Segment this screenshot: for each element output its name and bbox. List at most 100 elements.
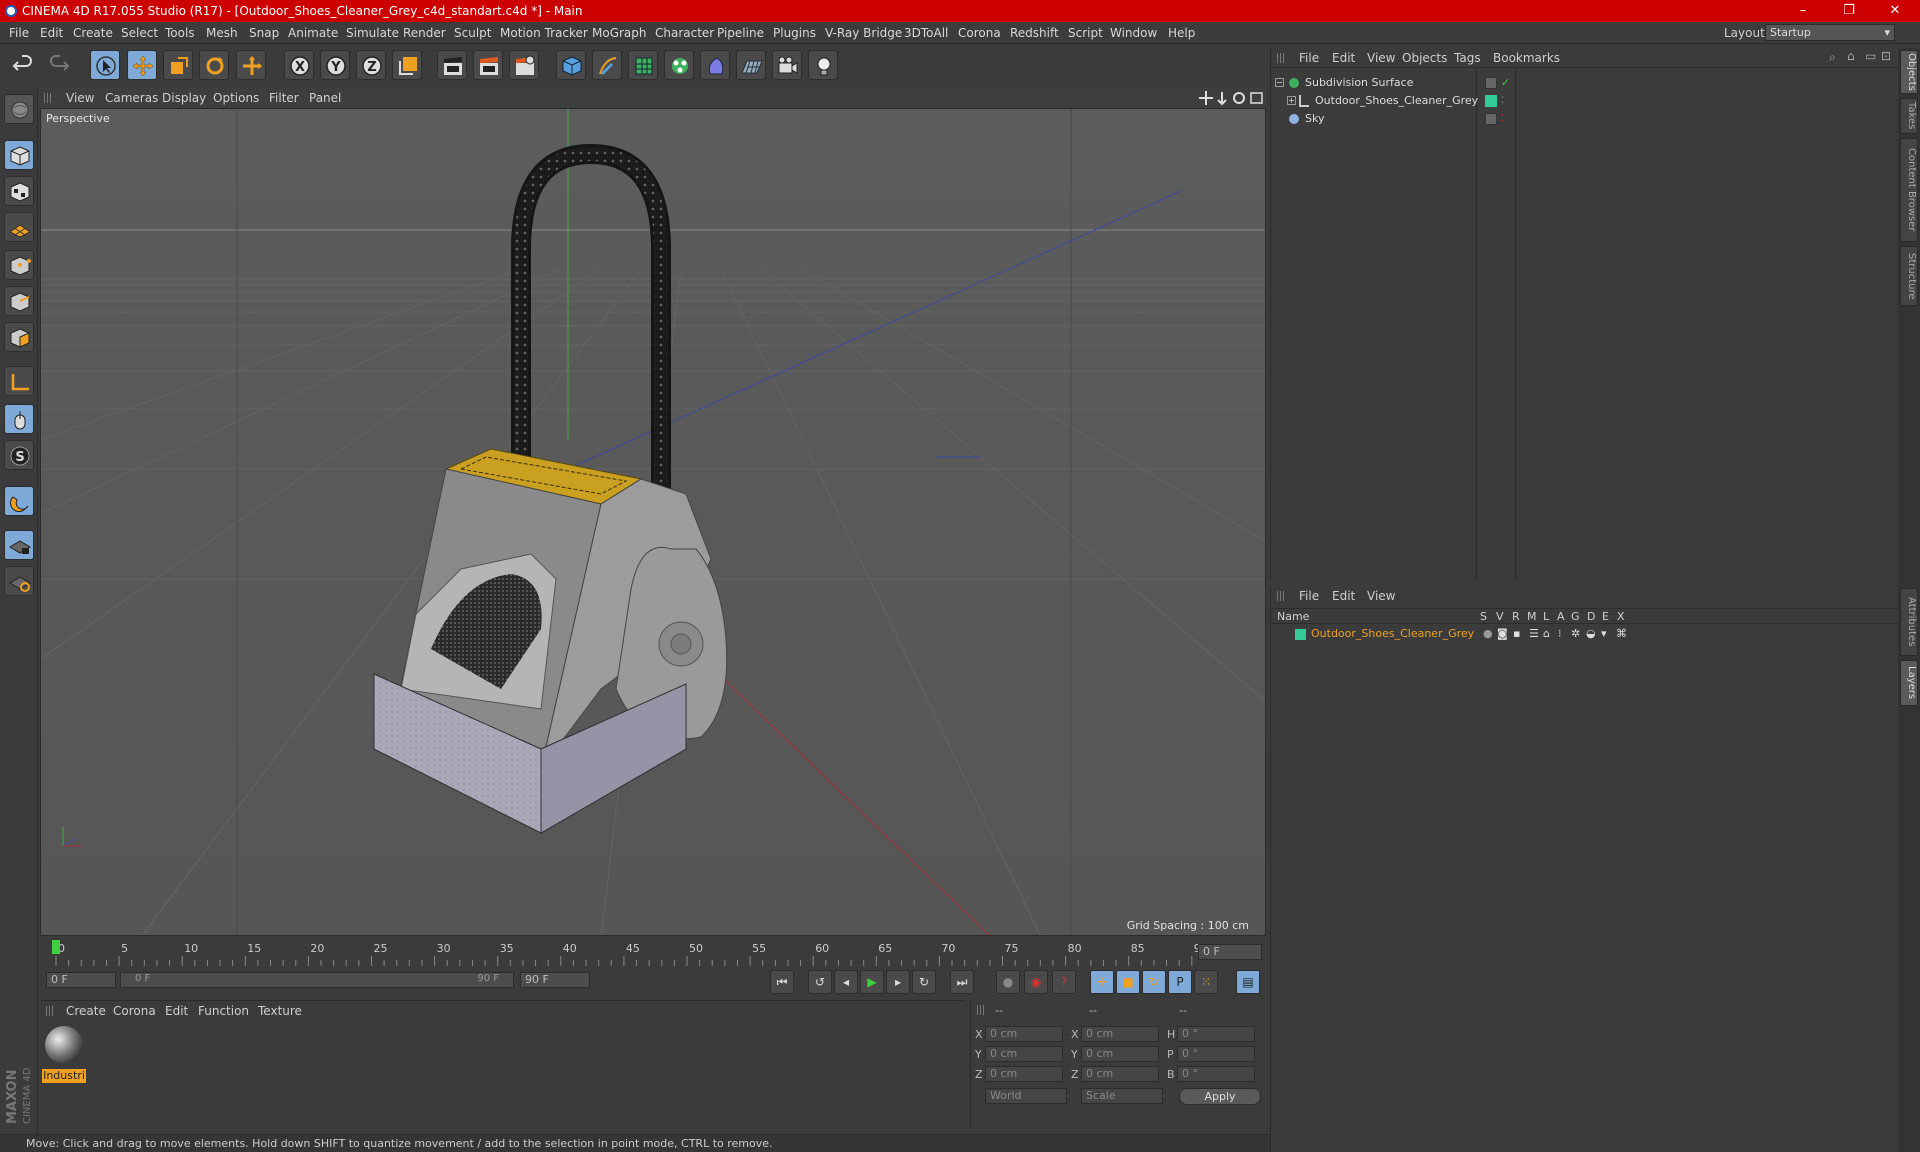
rot-b-field[interactable]: 0 ° [1177, 1066, 1255, 1082]
material-item[interactable]: Industri [42, 1024, 86, 1083]
editor-render-toggle-icon[interactable] [1485, 113, 1497, 125]
lock-workplane-button[interactable] [4, 530, 34, 560]
close-button[interactable]: ✕ [1875, 0, 1915, 22]
points-mode-button[interactable] [4, 250, 34, 280]
layer-color-swatch[interactable] [1485, 95, 1497, 107]
snap-button[interactable] [4, 486, 34, 516]
tab-attributes[interactable]: Attributes [1900, 588, 1918, 656]
layers-menu-file[interactable]: File [1299, 589, 1319, 603]
live-selection-button[interactable] [90, 50, 120, 80]
size-z-field[interactable]: 0 cm [1081, 1066, 1159, 1082]
view-toggle-icon[interactable]: ◙ [1497, 625, 1508, 643]
model-mode-button[interactable] [4, 140, 34, 170]
material-menu-corona[interactable]: Corona [113, 1004, 156, 1018]
solo-toggle-icon[interactable]: ● [1483, 625, 1493, 643]
texture-mode-button[interactable] [4, 176, 34, 206]
viewport-menu-options[interactable]: Options [213, 91, 259, 105]
edges-mode-button[interactable] [4, 286, 34, 316]
scale-tool-button[interactable] [163, 50, 193, 80]
timeline-window-button[interactable]: ▤ [1236, 970, 1260, 994]
next-key-button[interactable]: ↻ [912, 970, 936, 994]
material-menu-function[interactable]: Function [198, 1004, 249, 1018]
menu-sculpt[interactable]: Sculpt [454, 26, 491, 40]
redo-button[interactable] [44, 50, 74, 80]
key-scale-button[interactable]: ■ [1116, 970, 1140, 994]
panel-options-icon[interactable]: ⊡ [1881, 49, 1891, 63]
polygons-mode-button[interactable] [4, 322, 34, 352]
size-mode-dropdown[interactable]: Scale [1081, 1088, 1163, 1104]
editor-render-toggle-icon[interactable] [1485, 77, 1497, 89]
menu-simulate[interactable]: Simulate [346, 26, 399, 40]
autokey-button[interactable]: ◉ [1024, 970, 1048, 994]
menu-script[interactable]: Script [1068, 26, 1103, 40]
timeline-ruler[interactable]: 051015202530354045505560657075808590 0 F [40, 938, 1266, 966]
start-frame-field[interactable]: 0 F [46, 972, 116, 988]
menu-character[interactable]: Character [655, 26, 714, 40]
menu-pipeline[interactable]: Pipeline [717, 26, 764, 40]
lock-z-axis-button[interactable]: Z [356, 50, 386, 80]
coordinate-system-button[interactable] [392, 50, 422, 80]
menu-3dtoall[interactable]: 3DToAll [904, 26, 948, 40]
keyframe-selection-button[interactable]: ? [1052, 970, 1076, 994]
transform-tool-button[interactable] [236, 50, 266, 80]
new-window-icon[interactable]: ▭ [1865, 49, 1876, 63]
material-menu-create[interactable]: Create [66, 1004, 106, 1018]
previous-frame-button[interactable]: ◂ [834, 970, 858, 994]
coordinate-mode-dropdown[interactable]: World [985, 1088, 1067, 1104]
pos-x-field[interactable]: 0 cm [985, 1026, 1063, 1042]
objects-menu-tags[interactable]: Tags [1454, 51, 1481, 65]
rot-h-field[interactable]: 0 ° [1177, 1026, 1255, 1042]
layout-dropdown[interactable]: Startup [1765, 24, 1895, 41]
viewport-menu-display[interactable]: Display [162, 91, 206, 105]
previous-key-button[interactable]: ↺ [808, 970, 832, 994]
menu-create[interactable]: Create [73, 26, 113, 40]
minimize-button[interactable]: – [1783, 0, 1823, 22]
current-frame-field[interactable]: 0 F [1198, 944, 1262, 960]
visibility-dots-icon[interactable]: ⁚ [1501, 110, 1504, 128]
menu-vray-bridge[interactable]: V-Ray Bridge [825, 26, 902, 40]
rot-p-field[interactable]: 0 ° [1177, 1046, 1255, 1062]
menu-render[interactable]: Render [403, 26, 446, 40]
visibility-dots-icon[interactable]: ⁚ [1501, 92, 1504, 110]
size-y-field[interactable]: 0 cm [1081, 1046, 1159, 1062]
generator-toggle-icon[interactable]: ✲ [1571, 625, 1580, 643]
light-button[interactable] [808, 50, 838, 80]
camera-button[interactable] [772, 50, 802, 80]
pos-y-field[interactable]: 0 cm [985, 1046, 1063, 1062]
collapse-icon[interactable]: − [1275, 78, 1284, 87]
menu-tools[interactable]: Tools [165, 26, 195, 40]
key-pla-button[interactable]: ⁙ [1194, 970, 1218, 994]
viewport-nav-icons[interactable] [1198, 90, 1264, 106]
objects-menu-edit[interactable]: Edit [1332, 51, 1355, 65]
tab-takes[interactable]: Takes [1900, 98, 1918, 134]
move-tool-button[interactable] [127, 50, 157, 80]
menu-mesh[interactable]: Mesh [206, 26, 238, 40]
render-view-button[interactable] [437, 50, 467, 80]
key-rotation-button[interactable]: ↻ [1142, 970, 1166, 994]
subdivision-surface-button[interactable] [628, 50, 658, 80]
menu-help[interactable]: Help [1168, 26, 1195, 40]
next-frame-button[interactable]: ▸ [886, 970, 910, 994]
deformer-button[interactable] [700, 50, 730, 80]
home-icon[interactable]: ⌂ [1847, 49, 1855, 63]
material-menu-texture[interactable]: Texture [258, 1004, 302, 1018]
end-frame-field[interactable]: 90 F [520, 972, 590, 988]
layers-menu-view[interactable]: View [1367, 589, 1395, 603]
menu-mograph[interactable]: MoGraph [592, 26, 647, 40]
viewport-menu-view[interactable]: View [66, 91, 94, 105]
viewport-menu-cameras[interactable]: Cameras [105, 91, 158, 105]
record-keys-button[interactable]: ● [996, 970, 1020, 994]
rotate-tool-button[interactable] [199, 50, 229, 80]
pen-spline-button[interactable] [592, 50, 622, 80]
frame-range-slider[interactable]: 0 F 90 F [120, 972, 514, 988]
object-row-subdivision[interactable]: − Subdivision Surface ✓ [1275, 74, 1895, 92]
xref-toggle-icon[interactable]: ⌘ [1616, 625, 1627, 643]
material-menu-edit[interactable]: Edit [165, 1004, 188, 1018]
pos-z-field[interactable]: 0 cm [985, 1066, 1063, 1082]
menu-window[interactable]: Window [1110, 26, 1157, 40]
objects-menu-bookmarks[interactable]: Bookmarks [1493, 51, 1560, 65]
perspective-viewport[interactable]: Perspective Grid Spacing : 100 cm [40, 108, 1266, 936]
menu-edit[interactable]: Edit [40, 26, 63, 40]
layer-color-swatch[interactable] [1295, 629, 1306, 640]
render-toggle-icon[interactable]: ▪ [1513, 625, 1520, 643]
